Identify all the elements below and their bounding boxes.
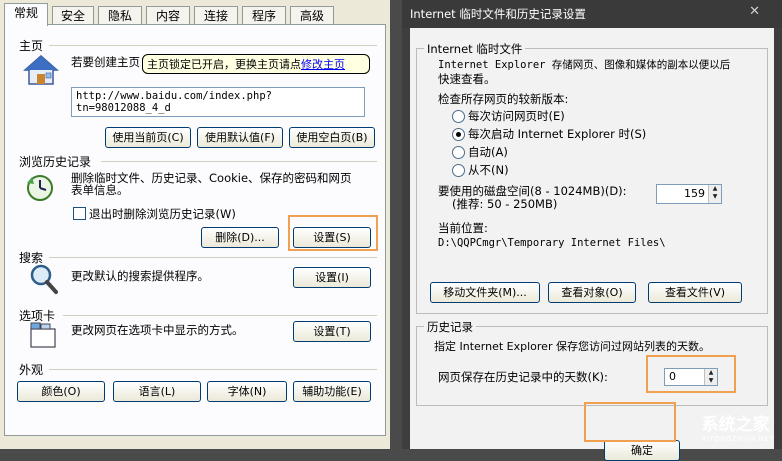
divider bbox=[49, 45, 377, 46]
dialog-title: Internet 临时文件和历史记录设置 bbox=[402, 0, 782, 28]
internet-options-window: 常规 安全 隐私 内容 连接 程序 高级 主页 若要创建主页 http://ww… bbox=[0, 0, 390, 449]
delete-on-exit-checkbox[interactable] bbox=[73, 207, 86, 220]
watermark: 系统之家 XITONGZHIJIA.NET bbox=[702, 410, 774, 443]
home-section-title: 主页 bbox=[19, 39, 44, 53]
current-location-label: 当前位置: bbox=[438, 221, 488, 235]
tab-security[interactable]: 安全 bbox=[52, 6, 94, 25]
tab-privacy[interactable]: 隐私 bbox=[98, 6, 142, 25]
tab-general[interactable]: 常规 bbox=[4, 3, 48, 26]
colors-button[interactable]: 颜色(O) bbox=[17, 381, 105, 402]
fonts-button[interactable]: 字体(N) bbox=[207, 381, 287, 402]
tab-programs[interactable]: 程序 bbox=[242, 6, 286, 25]
magnifier-icon bbox=[30, 264, 58, 294]
house-icon bbox=[23, 55, 59, 85]
radio-never[interactable] bbox=[452, 164, 465, 177]
close-icon[interactable]: ✕ bbox=[749, 4, 760, 19]
days-label: 网页保存在历史记录中的天数(K): bbox=[438, 370, 608, 384]
settings-highlight bbox=[288, 215, 378, 251]
ok-highlight bbox=[584, 402, 676, 442]
radio-never-label: 从不(N) bbox=[468, 163, 509, 177]
delete-history-button[interactable]: 删除(D)... bbox=[201, 227, 279, 248]
tab-advanced[interactable]: 高级 bbox=[290, 6, 334, 25]
radio-every-visit-label: 每次访问网页时(E) bbox=[468, 109, 565, 123]
history-clock-icon bbox=[27, 175, 53, 201]
temp-desc-line2: 快速查看。 bbox=[438, 72, 496, 86]
temp-desc-line1: Internet Explorer 存储网页、图像和媒体的副本以便以后 bbox=[438, 59, 731, 71]
disk-space-label: 要使用的磁盘空间(8 - 1024MB)(D): bbox=[438, 184, 627, 198]
use-current-button[interactable]: 使用当前页(C) bbox=[105, 127, 191, 148]
temp-files-settings-dialog: Internet 临时文件和历史记录设置 ✕ Internet 临时文件 Int… bbox=[402, 0, 782, 461]
delete-on-exit-label: 退出时删除浏览历史记录(W) bbox=[89, 207, 236, 221]
history-group-title: 历史记录 bbox=[424, 319, 476, 335]
divider bbox=[49, 369, 377, 370]
ok-button[interactable]: 确定 bbox=[604, 440, 680, 461]
view-files-button[interactable]: 查看文件(V) bbox=[648, 282, 742, 303]
temp-files-group-title: Internet 临时文件 bbox=[424, 41, 526, 57]
radio-every-visit[interactable] bbox=[452, 110, 465, 123]
tooltip-text: 主页锁定已开启，更换主页请点 bbox=[147, 58, 301, 71]
spinner-arrows-icon[interactable]: ▲ ▼ bbox=[708, 185, 721, 203]
search-desc: 更改默认的搜索提供程序。 bbox=[71, 269, 209, 283]
appearance-section-title: 外观 bbox=[19, 363, 44, 377]
disk-space-value: 159 bbox=[684, 187, 705, 200]
move-folder-button[interactable]: 移动文件夹(M)... bbox=[430, 282, 540, 303]
days-highlight bbox=[646, 355, 736, 393]
radio-every-start[interactable] bbox=[452, 128, 465, 141]
radio-every-start-label: 每次启动 Internet Explorer 时(S) bbox=[468, 127, 647, 141]
tab-connections[interactable]: 连接 bbox=[194, 6, 238, 25]
home-locked-tooltip: 主页锁定已开启，更换主页请点修改主页 bbox=[142, 54, 370, 74]
use-blank-button[interactable]: 使用空白页(B) bbox=[289, 127, 375, 148]
watermark-text: 系统之家 bbox=[701, 415, 770, 435]
change-home-link[interactable]: 修改主页 bbox=[301, 58, 345, 71]
current-location-path: D:\QQPCmgr\Temporary Internet Files\ bbox=[438, 237, 666, 249]
accessibility-button[interactable]: 辅助功能(E) bbox=[293, 381, 371, 402]
tabs-window-icon bbox=[30, 322, 56, 348]
divider bbox=[49, 257, 377, 258]
tabs-settings-button[interactable]: 设置(T) bbox=[293, 321, 371, 342]
divider bbox=[63, 315, 377, 316]
home-desc: 若要创建主页 bbox=[71, 55, 140, 69]
view-objects-button[interactable]: 查看对象(O) bbox=[548, 282, 636, 303]
radio-automatic-label: 自动(A) bbox=[468, 145, 508, 159]
use-default-button[interactable]: 使用默认值(F) bbox=[197, 127, 283, 148]
history-section-title: 浏览历史记录 bbox=[19, 155, 92, 169]
check-newer-label: 检查所存网页的较新版本: bbox=[438, 92, 569, 106]
watermark-sub: XITONGZHIJIA.NET bbox=[701, 435, 774, 443]
disk-recommended-label: (推荐: 50 - 250MB) bbox=[452, 197, 558, 211]
radio-automatic[interactable] bbox=[452, 146, 465, 159]
divider bbox=[101, 161, 377, 162]
temp-files-group bbox=[416, 48, 768, 314]
home-url-field[interactable]: http://www.baidu.com/index.php?tn=980120… bbox=[71, 87, 365, 117]
languages-button[interactable]: 语言(L) bbox=[113, 381, 201, 402]
disk-space-spinner[interactable]: 159 ▲ ▼ bbox=[656, 184, 722, 204]
search-settings-button[interactable]: 设置(I) bbox=[293, 267, 371, 288]
tab-content[interactable]: 内容 bbox=[146, 6, 190, 25]
history-days-desc: 指定 Internet Explorer 保存您访问过网站列表的天数。 bbox=[434, 340, 710, 353]
history-desc-line2: 表单信息。 bbox=[71, 183, 129, 197]
tabs-desc: 更改网页在选项卡中显示的方式。 bbox=[71, 323, 244, 337]
